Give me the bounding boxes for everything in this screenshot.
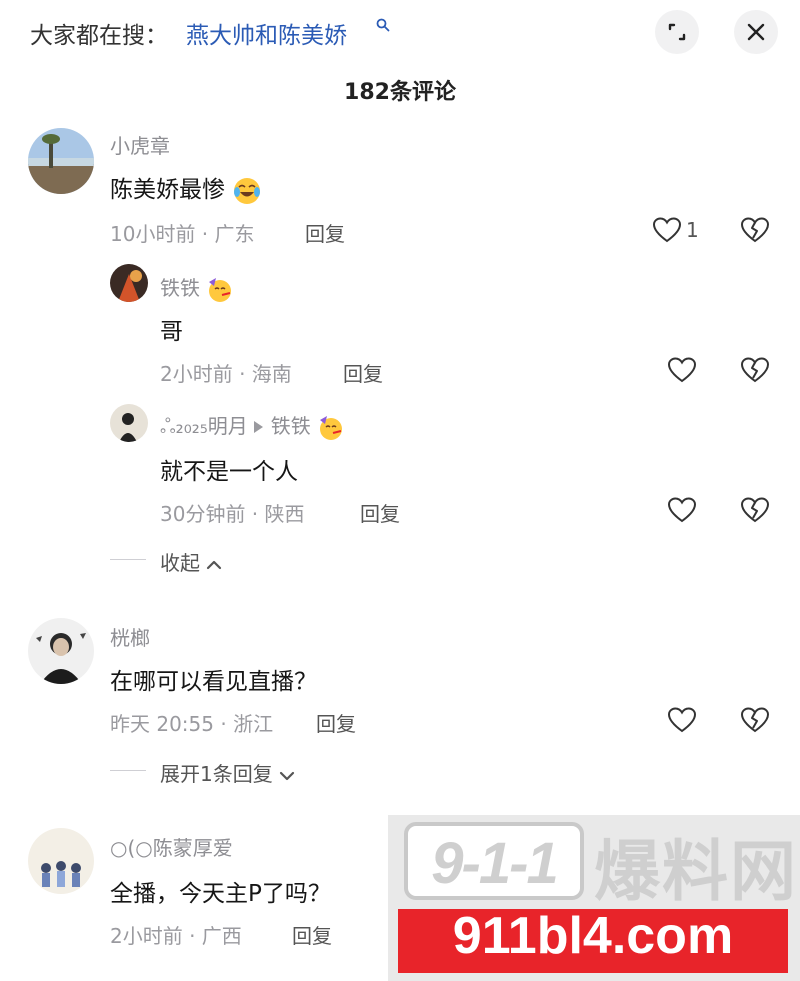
reply-to-username[interactable]: 铁铁 <box>271 414 311 438</box>
reply-button[interactable]: 回复 <box>343 358 383 387</box>
avatar[interactable] <box>28 828 94 894</box>
laughing-crying-emoji-icon <box>234 177 261 204</box>
avatar-image <box>110 264 148 302</box>
like-count: 1 <box>686 218 699 242</box>
avatar-image <box>28 128 94 194</box>
expand-replies-button[interactable]: 展开1条回复 <box>160 758 295 787</box>
comment-username[interactable]: 桄榔 <box>110 622 150 651</box>
broken-heart-icon[interactable] <box>740 706 770 734</box>
avatar[interactable] <box>28 618 94 684</box>
watermark-name: 爆料网 <box>594 833 798 910</box>
watermark-logo: 9-1-1 <box>404 822 584 900</box>
broken-heart-icon[interactable] <box>740 216 770 244</box>
avatar-image <box>28 618 94 684</box>
broken-heart-icon[interactable] <box>740 496 770 524</box>
comment-count-title: 182条评论 <box>344 80 456 105</box>
reply-to-arrow-icon <box>253 420 263 433</box>
search-icon[interactable] <box>376 18 390 32</box>
heart-icon[interactable] <box>667 356 697 384</box>
party-face-emoji-icon <box>209 277 232 302</box>
reply-username[interactable]: ஃ₂₀₂₅明月 铁铁 <box>160 410 345 442</box>
comment-text: 陈美娇最惨 <box>110 177 225 203</box>
expand-icon <box>668 23 686 41</box>
heart-icon[interactable] <box>667 706 697 734</box>
avatar[interactable] <box>110 264 148 302</box>
search-suggestion-link[interactable]: 燕大帅和陈美娇 <box>186 16 347 50</box>
reply-button[interactable]: 回复 <box>316 708 356 737</box>
comment-meta: 昨天 20:55 · 浙江 <box>110 712 274 736</box>
avatar[interactable] <box>28 128 94 194</box>
avatar-image <box>110 404 148 442</box>
avatar-image <box>28 828 94 894</box>
watermark-url: 911bl4.com <box>452 907 734 965</box>
heart-icon[interactable] <box>667 496 697 524</box>
comment-content: 陈美娇最惨 <box>110 170 262 206</box>
reply-button[interactable]: 回复 <box>292 920 332 949</box>
expand-button[interactable] <box>655 10 699 54</box>
broken-heart-icon[interactable] <box>740 356 770 384</box>
close-icon <box>747 23 765 41</box>
reply-meta: 2小时前 · 海南 <box>160 362 292 386</box>
comment-content: 全播，今天主P了吗？ <box>110 881 331 907</box>
reply-meta: 30分钟前 · 陕西 <box>160 502 305 526</box>
reply-button[interactable]: 回复 <box>360 498 400 527</box>
comment-username[interactable]: ○(○陈蒙厚爱 <box>110 832 233 861</box>
collapse-replies-button[interactable]: 收起 <box>160 547 222 576</box>
reply-content: 哥 <box>160 319 183 345</box>
close-button[interactable] <box>734 10 778 54</box>
search-suggestion-prefix: 大家都在搜： <box>30 23 168 49</box>
search-suggestion-bar: 大家都在搜： 燕大帅和陈美娇 <box>0 0 800 64</box>
avatar[interactable] <box>110 404 148 442</box>
chevron-down-icon <box>279 771 295 780</box>
comment-meta: 2小时前 · 广西 <box>110 924 242 948</box>
divider <box>110 559 146 560</box>
comment-username[interactable]: 小虎章 <box>110 130 170 159</box>
heart-icon[interactable] <box>652 216 682 244</box>
reply-username[interactable]: 铁铁 <box>160 272 234 304</box>
comment-meta: 10小时前 · 广东 <box>110 222 255 246</box>
divider <box>110 770 146 771</box>
comment-content: 在哪可以看见直播？ <box>110 669 317 695</box>
reply-content: 就不是一个人 <box>160 459 298 485</box>
chevron-up-icon <box>207 560 222 569</box>
party-face-emoji-icon <box>320 415 343 440</box>
reply-button[interactable]: 回复 <box>305 218 345 247</box>
